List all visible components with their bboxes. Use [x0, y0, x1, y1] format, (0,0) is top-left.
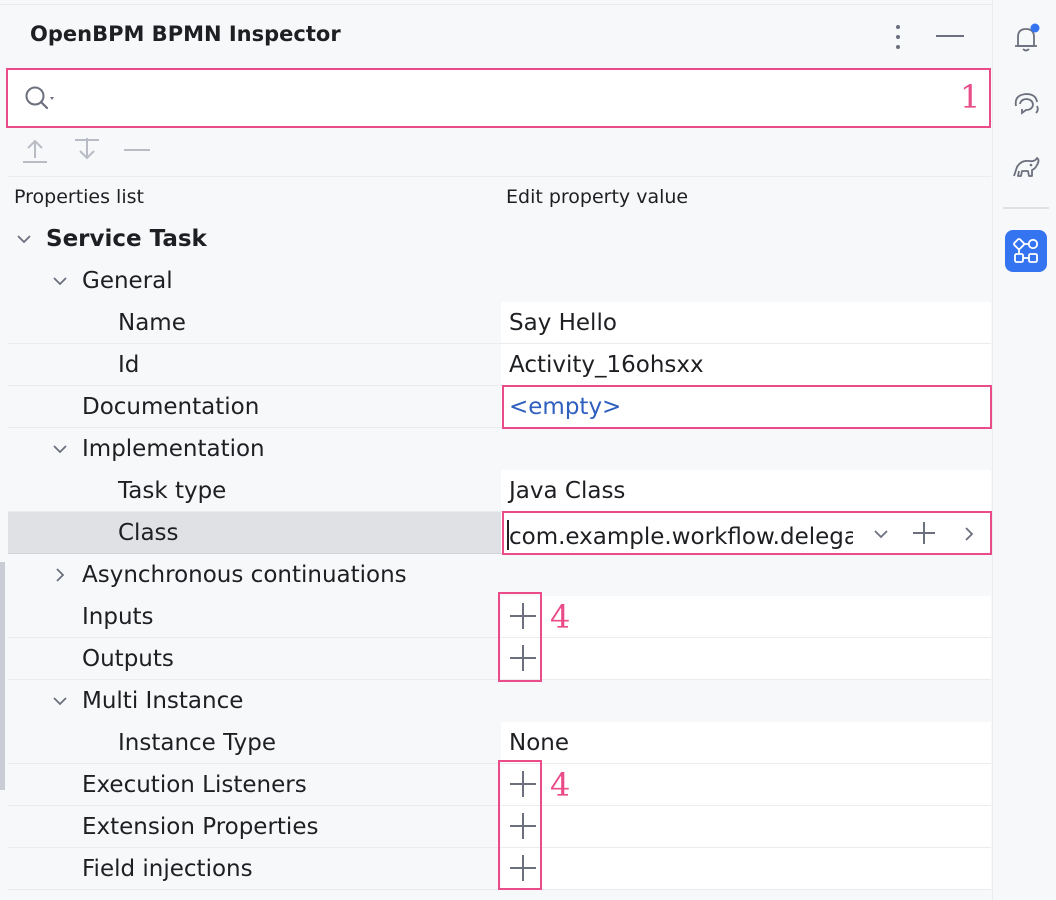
highlight-box-inputs-outputs: [498, 592, 542, 682]
search-box[interactable]: 1: [6, 68, 991, 128]
property-label-field-injections: Field injections: [82, 856, 253, 882]
gradle-elephant-icon: [1013, 157, 1040, 177]
property-label-class: Class: [118, 520, 179, 546]
property-label-name: Name: [118, 310, 186, 336]
tree-label-service-task: Service Task: [46, 226, 207, 252]
outputs-value-cell: [501, 638, 991, 679]
minimize-icon[interactable]: [936, 35, 964, 37]
search-input[interactable]: [70, 80, 930, 116]
property-label-execution-listeners: Execution Listeners: [82, 772, 307, 798]
chevron-down-icon[interactable]: [50, 439, 70, 459]
bpmn-inspector-button[interactable]: [1005, 230, 1047, 272]
tree-label-implementation: Implementation: [82, 436, 265, 462]
property-label-documentation: Documentation: [82, 394, 260, 420]
id-value: Activity_16ohsxx: [509, 352, 704, 378]
name-value: Say Hello: [509, 310, 617, 336]
kebab-menu-icon[interactable]: [888, 22, 908, 52]
property-label-extension-properties: Extension Properties: [82, 814, 319, 840]
property-label-id: Id: [118, 352, 140, 378]
inputs-value-cell: [501, 596, 991, 637]
chevron-down-icon[interactable]: [14, 229, 34, 249]
highlight-box-class: [502, 511, 992, 555]
instance-type-value: None: [509, 730, 570, 756]
gradle-button[interactable]: [1005, 146, 1047, 188]
tool-window-sidebar: [992, 0, 1056, 900]
search-icon[interactable]: [22, 84, 66, 114]
properties-list-header: Properties list: [14, 186, 144, 208]
tree-label-general: General: [82, 268, 173, 294]
remove-icon[interactable]: [122, 136, 152, 166]
tree-row-instance-type[interactable]: Instance Type None: [8, 722, 991, 764]
tree-row-async-continuations[interactable]: Asynchronous continuations: [8, 554, 991, 596]
chevron-right-icon[interactable]: [50, 565, 70, 585]
notifications-button[interactable]: [1005, 18, 1047, 60]
id-value-field[interactable]: Activity_16ohsxx: [501, 344, 991, 385]
sidebar-separator: [1003, 207, 1049, 209]
tree-row-service-task[interactable]: Service Task: [8, 218, 991, 260]
expand-all-icon[interactable]: [20, 136, 50, 166]
notifications-icon: [1015, 23, 1040, 52]
property-label-task-type: Task type: [118, 478, 227, 504]
header-divider: [8, 176, 991, 177]
collapse-all-icon[interactable]: [72, 136, 102, 166]
callout-number-1: 1: [960, 78, 981, 116]
execution-listeners-value-cell: [501, 764, 991, 805]
bpmn-inspector-icon: [1013, 238, 1039, 263]
property-label-inputs: Inputs: [82, 604, 154, 630]
ai-chat-icon: [1014, 93, 1039, 115]
task-type-value: Java Class: [509, 478, 626, 504]
tree-row-task-type[interactable]: Task type Java Class: [8, 470, 991, 512]
tree-row-multi-instance[interactable]: Multi Instance: [8, 680, 991, 722]
extension-properties-value-cell: [501, 806, 991, 847]
tree-row-id[interactable]: Id Activity_16ohsxx: [8, 344, 991, 386]
edit-property-value-header: Edit property value: [506, 186, 689, 208]
chevron-down-icon[interactable]: [50, 691, 70, 711]
field-injections-value-cell: [501, 848, 991, 889]
panel-title: OpenBPM BPMN Inspector: [30, 22, 341, 46]
task-type-value-field[interactable]: Java Class: [501, 470, 991, 511]
callout-number-4-second: 4: [550, 766, 571, 804]
name-value-field[interactable]: Say Hello: [501, 302, 991, 343]
tree-label-multi-instance: Multi Instance: [82, 688, 244, 714]
instance-type-value-field[interactable]: None: [501, 722, 991, 763]
property-label-outputs: Outputs: [82, 646, 174, 672]
highlight-box-listeners: [498, 760, 542, 890]
ai-chat-button[interactable]: [1005, 82, 1047, 124]
callout-number-4: 4: [550, 598, 571, 636]
highlight-box-documentation: [502, 385, 992, 429]
tree-row-general[interactable]: General: [8, 260, 991, 302]
vertical-scrollbar[interactable]: [0, 562, 5, 790]
bpmn-inspector-panel: OpenBPM BPMN Inspector 1 Properties list…: [0, 0, 1020, 900]
property-label-instance-type: Instance Type: [118, 730, 276, 756]
tree-row-name[interactable]: Name Say Hello: [8, 302, 991, 344]
panel-top-border: [0, 4, 992, 5]
chevron-down-icon[interactable]: [50, 271, 70, 291]
tree-label-async-continuations: Asynchronous continuations: [82, 562, 407, 588]
tree-row-implementation[interactable]: Implementation: [8, 428, 991, 470]
